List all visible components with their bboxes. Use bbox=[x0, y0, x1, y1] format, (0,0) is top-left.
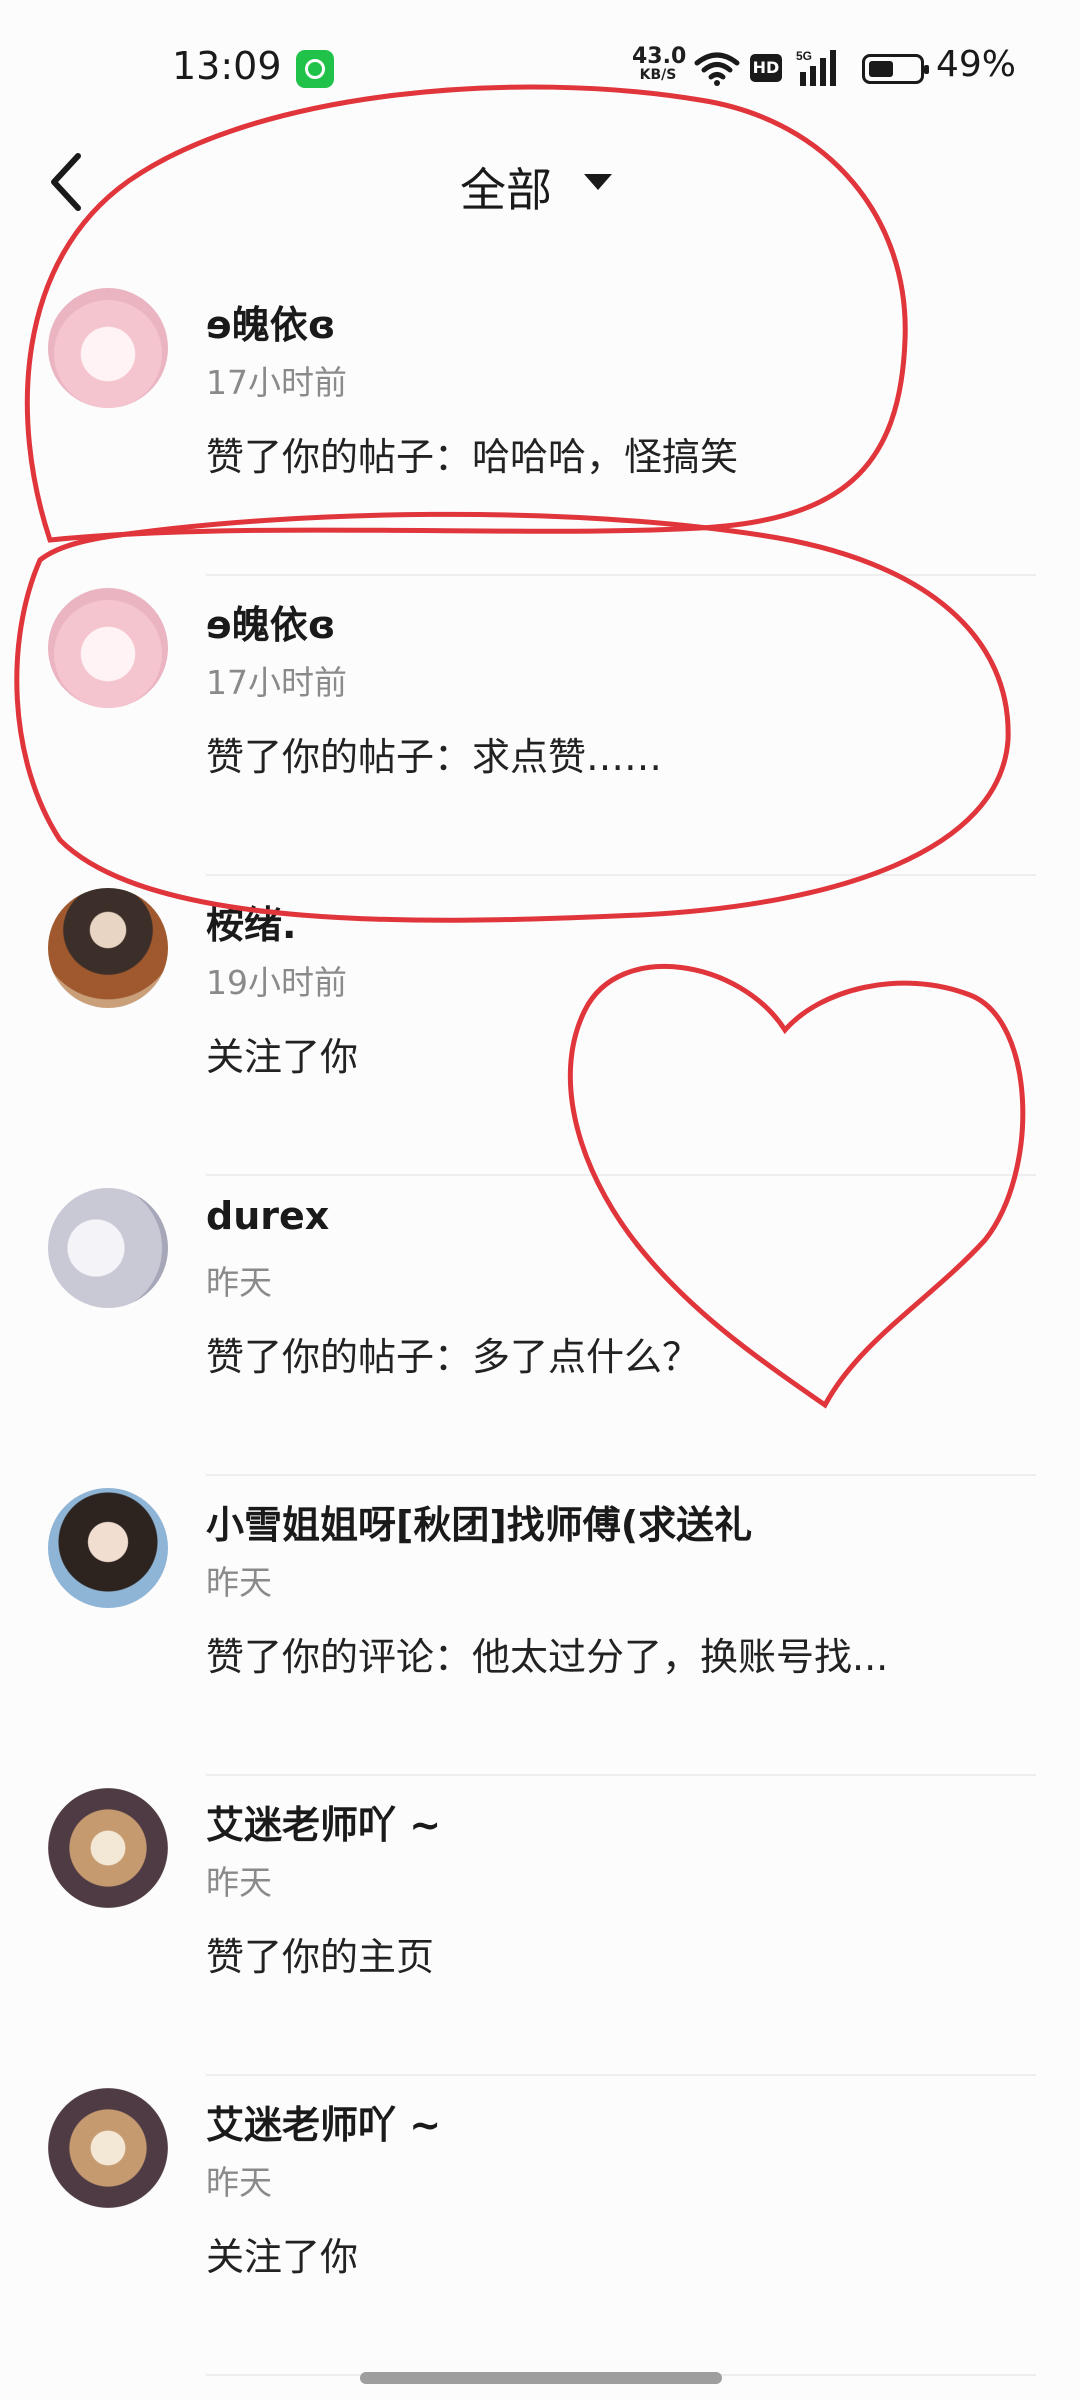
user-name[interactable]: 艾迷老师吖 ~ bbox=[206, 2094, 441, 2149]
network-speed-value: 43.0 bbox=[632, 44, 687, 69]
status-time: 13:09 bbox=[172, 44, 282, 88]
notification-list: ɘ魄依ɞ 17小时前 赞了你的帖子：哈哈哈，怪搞笑 ɘ魄依ɞ 17小时前 赞了你… bbox=[0, 276, 1080, 2376]
user-name[interactable]: 桉绪. bbox=[206, 894, 296, 949]
timestamp: 昨天 bbox=[206, 1863, 272, 1902]
wifi-icon bbox=[694, 52, 740, 86]
app-header: 全部 bbox=[0, 130, 1080, 240]
timestamp: 19小时前 bbox=[206, 963, 347, 1002]
user-name[interactable]: 艾迷老师吖 ~ bbox=[206, 1794, 441, 1849]
action-text: 赞了你的评论：他太过分了，换账号找... bbox=[206, 1635, 889, 1679]
action-text: 关注了你 bbox=[206, 2235, 359, 2279]
svg-text:5G: 5G bbox=[796, 49, 812, 63]
battery-fill bbox=[869, 61, 893, 77]
timestamp: 昨天 bbox=[206, 2163, 272, 2202]
notification-item[interactable]: ɘ魄依ɞ 17小时前 赞了你的帖子：求点赞…… bbox=[0, 576, 1080, 876]
network-speed-unit: KB/S bbox=[639, 67, 677, 83]
notification-item[interactable]: ɘ魄依ɞ 17小时前 赞了你的帖子：哈哈哈，怪搞笑 bbox=[0, 276, 1080, 576]
timestamp: 17小时前 bbox=[206, 363, 347, 402]
avatar[interactable] bbox=[48, 888, 168, 1008]
notification-item[interactable]: 艾迷老师吖 ~ 昨天 赞了你的主页 bbox=[0, 1776, 1080, 2076]
back-button[interactable] bbox=[40, 148, 100, 218]
timestamp: 昨天 bbox=[206, 1263, 272, 1302]
avatar[interactable] bbox=[48, 288, 168, 408]
app-notification-icon bbox=[296, 50, 334, 88]
notification-item[interactable]: 艾迷老师吖 ~ 昨天 关注了你 bbox=[0, 2076, 1080, 2376]
user-name[interactable]: 小雪姐姐呀[秋团]找师傅(求送礼 bbox=[206, 1494, 752, 1549]
home-indicator[interactable] bbox=[360, 2372, 722, 2384]
avatar[interactable] bbox=[48, 2088, 168, 2208]
battery-icon bbox=[862, 54, 929, 84]
filter-dropdown-title[interactable]: 全部 bbox=[460, 154, 552, 220]
action-text: 赞了你的主页 bbox=[206, 1935, 435, 1979]
network-speed: 43.0 KB/S bbox=[632, 44, 687, 83]
notification-item[interactable]: durex 昨天 赞了你的帖子：多了点什么？ bbox=[0, 1176, 1080, 1476]
avatar[interactable] bbox=[48, 588, 168, 708]
signal-5g-icon: 5G bbox=[796, 49, 836, 86]
timestamp: 17小时前 bbox=[206, 663, 347, 702]
notifications-screen: 13:09 43.0 KB/S HD 5G 49% 全部 ɘ魄依ɞ 17小时前 … bbox=[0, 0, 1080, 2400]
hd-badge-icon: HD bbox=[750, 54, 782, 82]
status-bar: 13:09 43.0 KB/S HD 5G 49% bbox=[0, 0, 1080, 130]
caret-down-icon[interactable] bbox=[584, 174, 612, 190]
battery-percentage: 49% bbox=[936, 44, 1017, 85]
user-name[interactable]: ɘ魄依ɞ bbox=[206, 294, 336, 349]
action-text: 关注了你 bbox=[206, 1035, 359, 1079]
avatar[interactable] bbox=[48, 1188, 168, 1308]
notification-item[interactable]: 桉绪. 19小时前 关注了你 bbox=[0, 876, 1080, 1176]
action-text: 赞了你的帖子：求点赞…… bbox=[206, 735, 663, 779]
user-name[interactable]: durex bbox=[206, 1194, 329, 1238]
user-name[interactable]: ɘ魄依ɞ bbox=[206, 594, 336, 649]
timestamp: 昨天 bbox=[206, 1563, 272, 1602]
notification-item[interactable]: 小雪姐姐呀[秋团]找师傅(求送礼 昨天 赞了你的评论：他太过分了，换账号找... bbox=[0, 1476, 1080, 1776]
action-text: 赞了你的帖子：哈哈哈，怪搞笑 bbox=[206, 435, 739, 479]
avatar[interactable] bbox=[48, 1788, 168, 1908]
avatar[interactable] bbox=[48, 1488, 168, 1608]
action-text: 赞了你的帖子：多了点什么？ bbox=[206, 1335, 701, 1379]
